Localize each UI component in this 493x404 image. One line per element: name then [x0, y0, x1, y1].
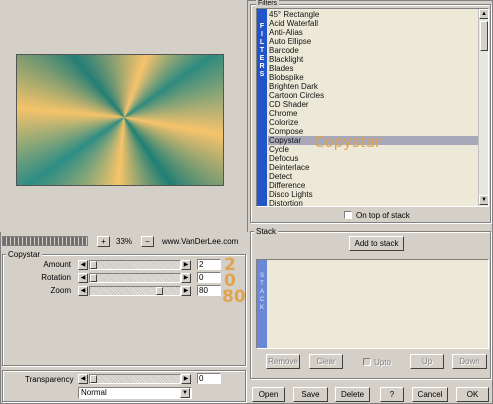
filter-item[interactable]: Colorize: [268, 118, 480, 127]
transparency-right-arrow[interactable]: ▶: [181, 374, 191, 384]
filter-item[interactable]: Distortion: [268, 199, 480, 206]
filters-group-title: Filters: [256, 0, 280, 7]
filters-scrollbar[interactable]: ▲ ▼: [478, 9, 488, 206]
filter-item[interactable]: Barcode: [268, 46, 480, 55]
zoom-bar: + 33% − www.VanDerLee.com: [0, 234, 248, 250]
brand-link[interactable]: www.VanDerLee.com: [162, 237, 238, 246]
stack-band-letter: K: [259, 305, 264, 311]
filter-item[interactable]: Blobspike: [268, 73, 480, 82]
transparency-slider[interactable]: [89, 374, 181, 384]
filter-item[interactable]: Difference: [268, 181, 480, 190]
stack-group-title: Stack: [254, 227, 279, 236]
scroll-thumb[interactable]: [480, 21, 488, 51]
param-label: Amount: [43, 260, 71, 269]
blend-mode-value: Normal: [81, 388, 107, 397]
stack-band-letter: S: [259, 273, 264, 279]
filter-item[interactable]: 45° Rectangle: [268, 10, 480, 19]
param-slider[interactable]: [89, 260, 181, 270]
param-right-arrow[interactable]: ▶: [181, 273, 191, 283]
upto-checkbox[interactable]: [363, 358, 371, 366]
up-button[interactable]: Up: [410, 354, 444, 369]
help-button[interactable]: ?: [380, 387, 404, 402]
param-slider-thumb[interactable]: [90, 261, 97, 269]
param-slider[interactable]: [89, 286, 181, 296]
zoom-out-button[interactable]: −: [141, 236, 154, 247]
filters-band-letter: R: [259, 63, 265, 70]
stack-list[interactable]: STACK: [256, 259, 489, 349]
filter-item[interactable]: Defocus: [268, 154, 480, 163]
transparency-thumb[interactable]: [90, 375, 97, 383]
ok-button[interactable]: OK: [456, 387, 489, 402]
stack-band-letter: C: [259, 297, 265, 303]
filter-item[interactable]: Disco Lights: [268, 190, 480, 199]
param-left-arrow[interactable]: ◀: [78, 260, 88, 270]
blend-mode-select[interactable]: Normal: [78, 387, 192, 399]
copystar-group-title: Copystar: [6, 250, 43, 259]
filter-item[interactable]: Anti-Alias: [268, 28, 480, 37]
delete-button[interactable]: Delete: [335, 387, 370, 402]
filter-item[interactable]: Auto Ellipse: [268, 37, 480, 46]
upto-label: Upto: [374, 358, 391, 367]
scroll-up-icon[interactable]: ▲: [479, 9, 488, 19]
copystar-group: [2, 254, 246, 366]
save-button[interactable]: Save: [293, 387, 328, 402]
filters-band-letter: S: [259, 71, 265, 78]
filters-band: FILTERS: [257, 9, 267, 206]
scroll-down-icon[interactable]: ▼: [479, 195, 488, 205]
zoom-in-button[interactable]: +: [97, 236, 110, 247]
param-left-arrow[interactable]: ◀: [78, 286, 88, 296]
zoom-level: 33%: [116, 237, 133, 246]
filters-band-letter: I: [261, 31, 263, 38]
transparency-label: Transparency: [25, 375, 74, 384]
param-left-arrow[interactable]: ◀: [78, 273, 88, 283]
param-input[interactable]: 0: [197, 272, 221, 283]
preview-image: [16, 54, 224, 186]
clear-button[interactable]: Clear: [309, 354, 343, 369]
stack-band: STACK: [257, 260, 267, 348]
selected-filter-overlay: Copystar: [314, 133, 382, 151]
filter-item[interactable]: CD Shader: [268, 100, 480, 109]
filter-item[interactable]: Chrome: [268, 109, 480, 118]
param-input[interactable]: 2: [197, 259, 221, 270]
filters-band-letter: L: [259, 39, 265, 46]
filter-item[interactable]: Cartoon Circles: [268, 91, 480, 100]
transparency-left-arrow[interactable]: ◀: [78, 374, 88, 384]
filters-band-letter: E: [259, 55, 265, 62]
param-right-arrow[interactable]: ▶: [181, 260, 191, 270]
filters-list[interactable]: FILTERS 45° Rectangle Acid Waterfall Anti-…: [256, 8, 489, 207]
param-slider-thumb[interactable]: [90, 274, 97, 282]
stack-band-letter: T: [260, 281, 264, 287]
blend-mode-dropdown-icon[interactable]: ▼: [180, 388, 190, 398]
filter-item[interactable]: Acid Waterfall: [268, 19, 480, 28]
filter-item[interactable]: Brighten Dark: [268, 82, 480, 91]
down-button[interactable]: Down: [452, 354, 487, 369]
render-progress: [2, 236, 88, 246]
param-value-overlay: 80: [222, 287, 246, 307]
filter-item[interactable]: Detect: [268, 172, 480, 181]
param-label: Rotation: [41, 273, 71, 282]
filter-item[interactable]: Blades: [268, 64, 480, 73]
param-input[interactable]: 80: [197, 285, 221, 296]
transparency-input[interactable]: 0: [197, 373, 221, 384]
filters-band-letter: T: [259, 47, 265, 54]
filter-item[interactable]: Blacklight: [268, 55, 480, 64]
add-to-stack-button[interactable]: Add to stack: [349, 236, 404, 251]
remove-button[interactable]: Remove: [266, 354, 300, 369]
on-top-checkbox[interactable]: [344, 211, 352, 219]
filter-item[interactable]: Deinterlace: [268, 163, 480, 172]
param-label: Zoom: [50, 286, 71, 295]
cancel-button[interactable]: Cancel: [412, 387, 448, 402]
filters-band-letter: F: [259, 23, 265, 30]
param-right-arrow[interactable]: ▶: [181, 286, 191, 296]
param-slider-thumb[interactable]: [156, 287, 163, 295]
param-slider[interactable]: [89, 273, 181, 283]
open-button[interactable]: Open: [252, 387, 285, 402]
stack-band-letter: A: [259, 289, 264, 295]
on-top-label: On top of stack: [356, 211, 410, 220]
